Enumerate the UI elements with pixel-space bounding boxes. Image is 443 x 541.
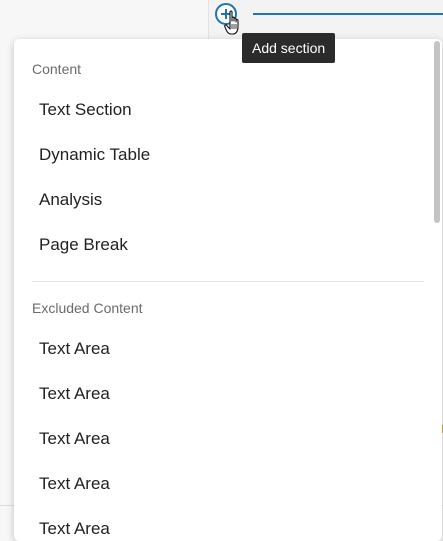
- add-section-tooltip: Add section: [242, 33, 336, 63]
- menu-item-page-break[interactable]: Page Break: [39, 235, 128, 255]
- menu-item-text-area[interactable]: Text Area: [39, 519, 110, 539]
- section-title-excluded-content: Excluded Content: [32, 300, 143, 316]
- menu-divider: [32, 281, 424, 282]
- page: Add section Content Text Section Dynamic…: [0, 0, 443, 541]
- hand-pointer-icon: [224, 10, 239, 35]
- menu-item-text-area[interactable]: Text Area: [39, 474, 110, 494]
- section-title-content: Content: [32, 61, 82, 77]
- menu-item-analysis[interactable]: Analysis: [39, 190, 102, 210]
- add-section-menu: Content Text Section Dynamic Table Analy…: [14, 39, 442, 541]
- section-insert-line: [253, 13, 443, 15]
- menu-scrollbar[interactable]: [434, 39, 440, 541]
- menu-item-text-area[interactable]: Text Area: [39, 384, 110, 404]
- menu-item-dynamic-table[interactable]: Dynamic Table: [39, 145, 150, 165]
- menu-item-text-area[interactable]: Text Area: [39, 429, 110, 449]
- menu-item-text-section[interactable]: Text Section: [39, 100, 132, 120]
- menu-item-text-area[interactable]: Text Area: [39, 339, 110, 359]
- scrollbar-thumb[interactable]: [434, 41, 440, 223]
